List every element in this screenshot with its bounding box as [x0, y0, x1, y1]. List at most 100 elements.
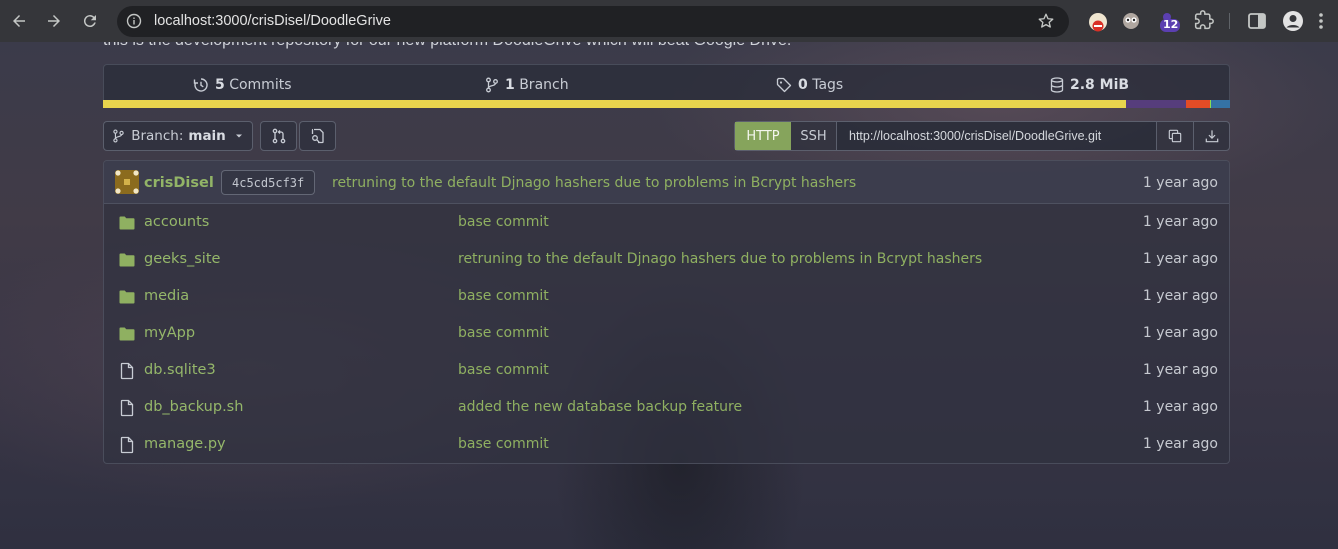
download-icon [1205, 130, 1218, 143]
reload-button[interactable] [76, 7, 104, 35]
bookmark-star-icon[interactable] [1037, 12, 1055, 34]
clone-url-field[interactable]: http://localhost:3000/crisDisel/DoodleGr… [837, 122, 1157, 150]
clone-http-button[interactable]: HTTP [735, 122, 791, 150]
commit-author[interactable]: crisDisel [144, 175, 214, 191]
file-commit-time: 1 year ago [1142, 399, 1218, 415]
language-segment[interactable] [103, 100, 1127, 108]
file-name-link[interactable]: manage.py [144, 436, 226, 452]
file-list: accounts base commit 1 year ago geeks_site r… [104, 204, 1229, 463]
compare-button[interactable] [260, 121, 297, 151]
arrow-left-icon [13, 15, 25, 27]
repository-page: this is the development repository for o… [0, 42, 1338, 549]
file-icon [118, 399, 136, 417]
language-stats-bar[interactable] [103, 100, 1230, 108]
profile-avatar-icon[interactable] [1282, 10, 1304, 36]
file-commit-message[interactable]: base commit [458, 325, 549, 341]
file-commit-message[interactable]: base commit [458, 288, 549, 304]
file-row: db_backup.sh added the new database backu… [104, 389, 1229, 426]
file-table: crisDisel 4c5cd5cf3f retruning to the de… [103, 160, 1230, 464]
download-button[interactable] [1193, 122, 1229, 150]
file-commit-message[interactable]: base commit [458, 436, 549, 452]
commits-label: Commits [229, 77, 292, 93]
folder-icon [118, 251, 136, 269]
site-info-icon[interactable] [125, 12, 143, 30]
address-bar[interactable]: localhost:3000/crisDisel/DoodleGrive [117, 6, 1069, 37]
extension-popcorn-icon[interactable] [1087, 11, 1109, 37]
file-icon [118, 362, 136, 380]
file-name-link[interactable]: accounts [144, 214, 209, 230]
commits-count: 5 [215, 77, 225, 93]
file-name-link[interactable]: geeks_site [144, 251, 220, 267]
copy-icon [1168, 129, 1182, 143]
clone-ssh-button[interactable]: SSH [791, 122, 837, 150]
branch-icon [113, 129, 124, 143]
browser-menu-icon[interactable] [1318, 11, 1324, 35]
file-row: manage.py base commit 1 year ago [104, 426, 1229, 463]
branch-selector-button[interactable]: Branch: main [103, 121, 253, 151]
file-name-link[interactable]: myApp [144, 325, 195, 341]
database-icon [1050, 77, 1064, 93]
author-avatar[interactable] [115, 170, 139, 194]
tags-stat[interactable]: 0 Tags [776, 77, 843, 93]
side-panel-icon[interactable] [1247, 11, 1267, 35]
file-commit-time: 1 year ago [1142, 251, 1218, 267]
url-text[interactable]: localhost:3000/crisDisel/DoodleGrive [154, 13, 391, 29]
tags-label: Tags [812, 77, 844, 93]
file-row: media base commit 1 year ago [104, 278, 1229, 315]
commits-stat[interactable]: 5 Commits [193, 77, 292, 93]
forward-button[interactable] [40, 7, 68, 35]
commit-sha-button[interactable]: 4c5cd5cf3f [221, 170, 316, 195]
latest-commit-message[interactable]: retruning to the default Djnago hashers … [332, 175, 856, 191]
tag-icon [776, 77, 792, 93]
language-segment[interactable] [1186, 100, 1210, 108]
file-commit-time: 1 year ago [1142, 325, 1218, 341]
tags-count: 0 [798, 77, 808, 93]
extension-badge-icon[interactable]: 12 [1157, 9, 1183, 39]
find-file-button[interactable] [299, 121, 336, 151]
extensions-puzzle-icon[interactable] [1194, 10, 1214, 34]
file-commit-time: 1 year ago [1142, 362, 1218, 378]
clone-panel: HTTP SSH http://localhost:3000/crisDisel… [734, 121, 1230, 151]
branches-stat[interactable]: 1 Branch [485, 77, 569, 93]
file-commit-time: 1 year ago [1142, 436, 1218, 452]
branch-icon [486, 77, 498, 93]
file-search-icon [311, 128, 324, 144]
latest-commit-time: 1 year ago [1142, 175, 1218, 191]
arrow-right-icon [48, 15, 60, 27]
repo-size: 2.8 MiB [1070, 77, 1130, 93]
reload-icon [83, 15, 96, 28]
size-stat: 2.8 MiB [1050, 77, 1129, 93]
caret-down-icon [235, 134, 242, 138]
toolbar-separator [1229, 13, 1230, 29]
branch-selector-label: Branch: [131, 128, 184, 144]
branches-label: Branch [519, 77, 569, 93]
folder-icon [118, 288, 136, 306]
file-commit-time: 1 year ago [1142, 214, 1218, 230]
file-commit-message[interactable]: base commit [458, 214, 549, 230]
branch-selector-value: main [188, 128, 226, 144]
file-name-link[interactable]: db_backup.sh [144, 399, 243, 415]
extension-badge-count: 12 [1163, 18, 1179, 31]
pull-request-icon [272, 128, 285, 144]
folder-icon [118, 214, 136, 232]
language-segment[interactable] [1210, 100, 1230, 108]
file-row: myApp base commit 1 year ago [104, 315, 1229, 352]
repo-description: this is the development repository for o… [103, 42, 791, 50]
extension-owl-icon[interactable] [1121, 11, 1141, 35]
back-button[interactable] [5, 7, 33, 35]
file-name-link[interactable]: media [144, 288, 189, 304]
file-commit-message[interactable]: base commit [458, 362, 549, 378]
latest-commit-row: crisDisel 4c5cd5cf3f retruning to the de… [104, 161, 1229, 204]
file-name-link[interactable]: db.sqlite3 [144, 362, 216, 378]
file-row: geeks_site retruning to the default Djnag… [104, 241, 1229, 278]
browser-toolbar: localhost:3000/crisDisel/DoodleGrive 12 [0, 0, 1338, 42]
file-icon [118, 436, 136, 454]
file-commit-message[interactable]: added the new database backup feature [458, 399, 742, 415]
language-segment[interactable] [1126, 100, 1187, 108]
folder-icon [118, 325, 136, 343]
branches-count: 1 [505, 77, 515, 93]
file-row: accounts base commit 1 year ago [104, 204, 1229, 241]
file-commit-message[interactable]: retruning to the default Djnago hashers … [458, 251, 982, 267]
file-row: db.sqlite3 base commit 1 year ago [104, 352, 1229, 389]
copy-url-button[interactable] [1157, 122, 1193, 150]
